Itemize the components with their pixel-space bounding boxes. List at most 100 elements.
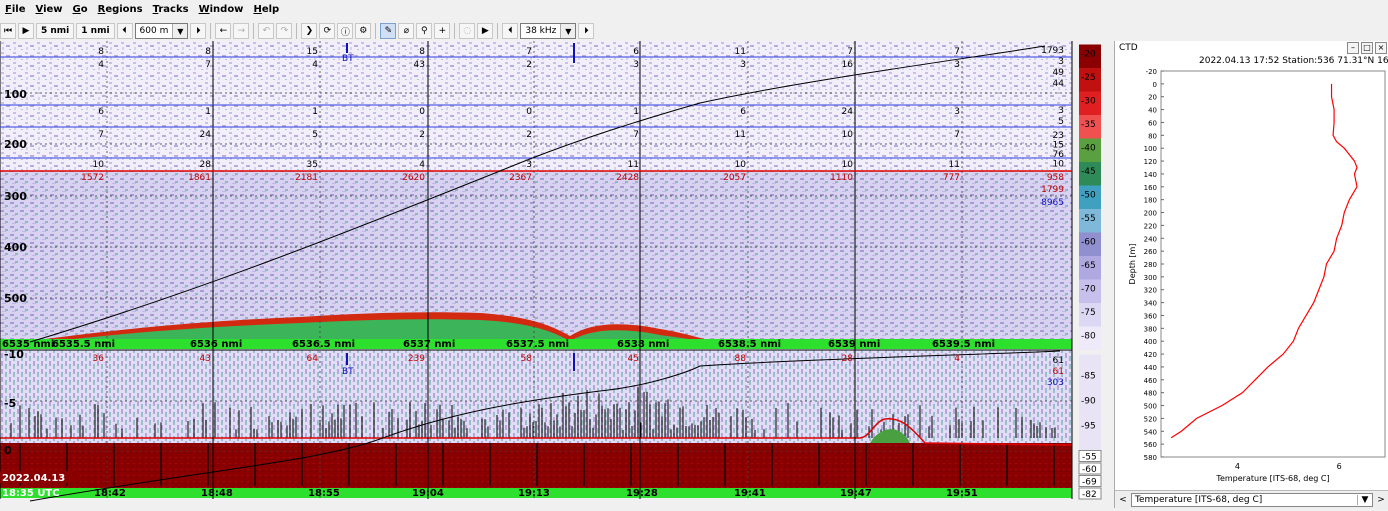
layer-value: 28 [200, 160, 212, 170]
echogram[interactable]: 8 8 15 8 7 6 11 7 74 7 4 43 2 3 3 16 36 1 1 0 0 1 6 24 37 24 5 2 2 7 1… [0, 41, 1077, 508]
restore-icon[interactable]: □ [1361, 42, 1373, 54]
goto-end-icon[interactable]: ❯ [301, 23, 318, 39]
color-scale-label: -70 [1081, 285, 1096, 295]
ctd-x-tick: 4 [1235, 462, 1240, 471]
layer-value: 6 [740, 107, 746, 117]
prev-parameter-icon[interactable]: < [1115, 495, 1131, 505]
ctd-profile-chart: -20 0 20 40 60 80 100 120 140 160 180 200 220 240 260 2… [1128, 69, 1386, 483]
time-label: 18:35 UTC [2, 488, 60, 499]
play-button[interactable]: ▶ [18, 23, 34, 39]
scale-box-label: -60 [1082, 465, 1097, 475]
lower-depth-label: 0 [4, 444, 12, 457]
back-arrow-icon[interactable]: ← [215, 23, 232, 39]
layer-value: 3 [954, 60, 960, 70]
ctd-y-tick: -20 [1146, 69, 1157, 76]
zoom-icon[interactable]: ⚲ [416, 23, 433, 39]
distance-label: 6539.5 nmi [932, 339, 995, 350]
step-1nmi-button[interactable]: 1 nmi [76, 23, 115, 39]
chevron-down-icon: ▼ [560, 24, 576, 38]
color-scale-label: -55 [1081, 214, 1096, 224]
forward-arrow-icon[interactable]: → [233, 23, 250, 39]
play-forward-icon[interactable]: ▶ [477, 23, 494, 39]
layer-value: 4 [312, 60, 318, 70]
undo-icon[interactable]: ↶ [258, 23, 275, 39]
ctd-y-tick: 400 [1144, 338, 1157, 346]
layer-value: 24 [842, 107, 854, 117]
ctd-y-tick: 420 [1144, 351, 1157, 359]
layer-value: 8 [98, 47, 104, 57]
chevron-down-icon: ▼ [172, 24, 188, 38]
refresh-icon[interactable]: ⟳ [319, 23, 336, 39]
close-icon[interactable]: × [1375, 42, 1387, 54]
eraser-icon[interactable]: ⌀ [398, 23, 415, 39]
time-label: 19:47 [840, 488, 872, 499]
menu-regions[interactable]: Regions [93, 0, 148, 20]
red-value: 2620 [402, 173, 425, 183]
menu-tracks[interactable]: Tracks [148, 0, 194, 20]
pencil-icon[interactable]: ✎ [380, 23, 397, 39]
frequency-select[interactable]: 38 kHz ▼ [520, 23, 577, 39]
ctd-panel: CTD – □ × 2022.04.13 17:52 Station:536 7… [1114, 41, 1388, 509]
first-ping-button[interactable]: ⏮ [0, 23, 16, 39]
layer-value: 10 [842, 160, 854, 170]
gear-icon[interactable]: ⚙ [355, 23, 372, 39]
depth-label: 200 [4, 138, 27, 151]
color-scale-label: -75 [1081, 308, 1096, 318]
next-button[interactable]: ⏵ [190, 23, 207, 39]
layer-value: 35 [307, 160, 318, 170]
minimize-icon[interactable]: – [1347, 42, 1359, 54]
color-scale-label: -65 [1081, 261, 1096, 271]
freq-prev-button[interactable]: ⏴ [502, 23, 519, 39]
layer-value: 7 [98, 130, 104, 140]
redo-icon[interactable]: ↷ [276, 23, 293, 39]
disabled-round-icon[interactable]: ◌ [459, 23, 476, 39]
freq-next-button[interactable]: ⏵ [578, 23, 595, 39]
menu-go[interactable]: Go [68, 0, 93, 20]
lower-red-value: 64 [307, 354, 319, 364]
distance-label: 6536.5 nmi [292, 339, 355, 350]
depth-label: 300 [4, 190, 27, 203]
red-value: 2428 [616, 173, 639, 183]
ctd-y-tick: 240 [1144, 235, 1157, 243]
ctd-y-tick: 300 [1144, 274, 1157, 282]
right-value: 15 [1053, 141, 1064, 151]
layer-value: 24 [200, 130, 212, 140]
next-parameter-icon[interactable]: > [1373, 495, 1388, 505]
step-5nmi-button[interactable]: 5 nmi [36, 23, 75, 39]
color-scale-label: -40 [1081, 144, 1096, 154]
menu-help[interactable]: Help [248, 0, 284, 20]
layer-value: 7 [526, 47, 532, 57]
layer-value: 1 [633, 107, 639, 117]
distance-label: 6538.5 nmi [718, 339, 781, 350]
range-select[interactable]: 600 m ▼ [134, 23, 189, 39]
layer-value: 4 [419, 160, 425, 170]
layer-value: 1 [205, 107, 211, 117]
ctd-x-label: Temperature [ITS-68, deg C] [1215, 474, 1329, 483]
right-value: 1793 [1041, 46, 1064, 56]
ctd-y-tick: 40 [1148, 107, 1157, 115]
plus-icon[interactable]: + [434, 23, 451, 39]
bt-label: BT [342, 54, 354, 64]
chevron-down-icon: ▼ [1357, 495, 1372, 505]
layer-value: 3 [633, 60, 639, 70]
right-red-value: 958 [1047, 173, 1064, 183]
layer-value: 3 [954, 107, 960, 117]
layer-value: 43 [414, 60, 425, 70]
layer-value: 2 [526, 60, 532, 70]
prev-button[interactable]: ⏴ [116, 23, 133, 39]
color-scale-label: -50 [1081, 191, 1096, 201]
menu-window[interactable]: Window [194, 0, 249, 20]
menu-view[interactable]: View [30, 0, 67, 20]
layer-value: 11 [628, 160, 639, 170]
distance-label: 6535.5 nmi [52, 339, 115, 350]
info-icon[interactable]: ⓘ [337, 23, 354, 39]
ctd-y-tick: 100 [1144, 145, 1157, 153]
parameter-select[interactable]: Temperature [ITS-68, deg C] ▼ [1131, 493, 1373, 507]
layer-value: 10 [93, 160, 105, 170]
layer-value: 11 [735, 130, 746, 140]
menu-file[interactable]: File [0, 0, 30, 20]
ctd-plot-area [1160, 70, 1386, 458]
color-scale-label: -35 [1081, 120, 1096, 130]
ctd-panel-title: CTD [1119, 43, 1138, 53]
lower-scale-label: -90 [1081, 397, 1096, 407]
